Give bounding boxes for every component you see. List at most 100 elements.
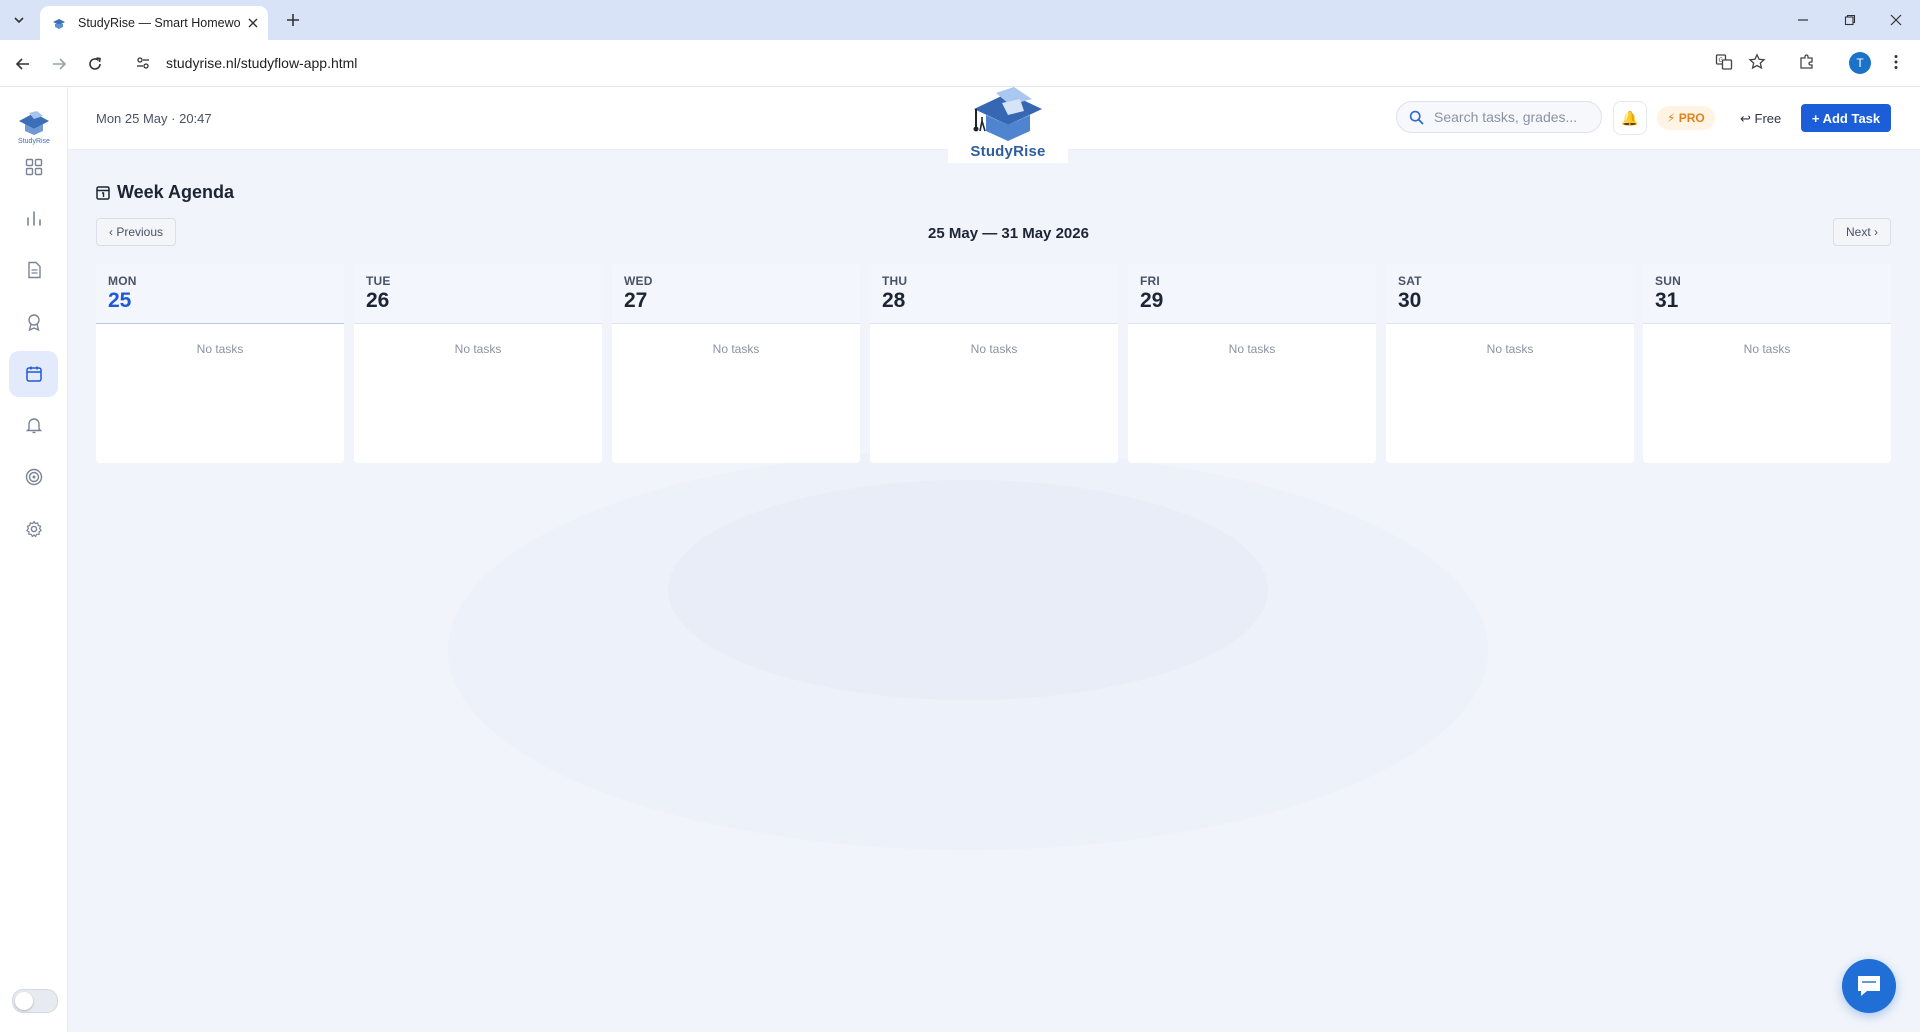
notifications-bell-button[interactable]: 🔔 bbox=[1613, 101, 1647, 135]
brand-logo[interactable]: StudyRise bbox=[948, 87, 1068, 163]
day-column-wed[interactable]: WED 27 No tasks bbox=[612, 264, 860, 463]
forward-arrow-icon[interactable] bbox=[46, 51, 72, 77]
back-arrow-icon[interactable] bbox=[10, 51, 36, 77]
sidebar-item-documents[interactable] bbox=[9, 247, 58, 293]
day-header: FRI 29 bbox=[1128, 264, 1376, 324]
search-input[interactable] bbox=[1432, 108, 1601, 126]
day-number: 29 bbox=[1140, 289, 1164, 312]
day-column-sun[interactable]: SUN 31 No tasks bbox=[1643, 264, 1891, 463]
page-title-text: Week Agenda bbox=[117, 182, 235, 202]
award-icon bbox=[27, 314, 40, 331]
day-header: MON 25 bbox=[96, 264, 344, 324]
browser-toolbar: studyrise.nl/studyflow-app.html G T bbox=[0, 40, 1920, 87]
add-task-button[interactable]: + Add Task bbox=[1801, 104, 1891, 132]
target-icon bbox=[25, 468, 42, 486]
grid-icon bbox=[25, 158, 42, 176]
brand-name: StudyRise bbox=[970, 143, 1046, 160]
document-icon bbox=[27, 261, 41, 279]
bell-icon bbox=[25, 418, 42, 434]
day-name: THU bbox=[882, 274, 908, 288]
sidebar-item-achievements[interactable] bbox=[9, 299, 58, 345]
sidebar: StudyRise bbox=[0, 87, 68, 1032]
previous-week-button[interactable]: ‹ Previous bbox=[96, 218, 177, 246]
toggle-knob bbox=[15, 992, 33, 1010]
day-header: THU 28 bbox=[870, 264, 1118, 324]
browser-tabstrip: StudyRise — Smart Homework bbox=[0, 0, 1920, 40]
bar-chart-icon bbox=[26, 211, 41, 226]
studyrise-logo-icon bbox=[19, 111, 49, 135]
day-header: TUE 26 bbox=[354, 264, 602, 324]
day-column-sat[interactable]: SAT 30 No tasks bbox=[1386, 264, 1634, 463]
sidebar-logo[interactable]: StudyRise bbox=[14, 109, 54, 149]
no-tasks-text: No tasks bbox=[970, 342, 1018, 356]
sidebar-item-notifications[interactable] bbox=[9, 402, 58, 448]
day-name: FRI bbox=[1140, 274, 1160, 288]
sidebar-item-analytics[interactable] bbox=[9, 195, 58, 241]
search-field[interactable] bbox=[1396, 101, 1602, 133]
switch-to-free-link[interactable]: ↩ Free bbox=[1740, 111, 1781, 127]
no-tasks-text: No tasks bbox=[1228, 342, 1276, 356]
close-window-icon[interactable] bbox=[1884, 8, 1908, 32]
app-header: Mon 25 May · 20:47 StudyRise 🔔 ⚡ PRO ↩ F… bbox=[68, 87, 1920, 163]
day-number: 31 bbox=[1655, 289, 1679, 312]
day-header: SAT 30 bbox=[1386, 264, 1634, 324]
svg-text:G: G bbox=[1719, 57, 1724, 64]
bell-emoji-icon: 🔔 bbox=[1621, 109, 1639, 126]
calendar-icon bbox=[25, 366, 42, 382]
search-icon bbox=[1409, 109, 1424, 125]
tab-title: StudyRise — Smart Homework bbox=[78, 16, 240, 30]
address-bar[interactable]: studyrise.nl/studyflow-app.html bbox=[122, 46, 1780, 80]
calendar-page-icon bbox=[96, 185, 110, 200]
studyrise-favicon-icon bbox=[52, 15, 68, 31]
extensions-puzzle-icon[interactable] bbox=[1795, 50, 1819, 74]
day-column-thu[interactable]: THU 28 No tasks bbox=[870, 264, 1118, 463]
translate-icon[interactable]: G bbox=[1712, 50, 1736, 74]
pro-badge[interactable]: ⚡ PRO bbox=[1657, 106, 1715, 130]
day-name: TUE bbox=[366, 274, 391, 288]
day-column-tue[interactable]: TUE 26 No tasks bbox=[354, 264, 602, 463]
sidebar-item-calendar[interactable] bbox=[9, 351, 58, 397]
sidebar-item-goals[interactable] bbox=[9, 454, 58, 500]
browser-tab-active[interactable]: StudyRise — Smart Homework bbox=[40, 6, 268, 40]
day-number: 27 bbox=[624, 289, 648, 312]
graduation-cap-logo-icon bbox=[973, 87, 1042, 141]
current-datetime: Mon 25 May · 20:47 bbox=[96, 111, 212, 126]
restore-window-icon[interactable] bbox=[1838, 8, 1862, 32]
background-watermark bbox=[448, 450, 1488, 850]
no-tasks-text: No tasks bbox=[1743, 342, 1791, 356]
week-range-label: 25 May — 31 May 2026 bbox=[928, 225, 1089, 242]
day-number: 26 bbox=[366, 289, 390, 312]
day-header: SUN 31 bbox=[1643, 264, 1891, 324]
close-tab-icon[interactable] bbox=[244, 14, 262, 32]
no-tasks-text: No tasks bbox=[196, 342, 244, 356]
theme-toggle-switch[interactable] bbox=[12, 989, 58, 1013]
sidebar-item-settings[interactable] bbox=[9, 506, 58, 552]
next-week-button[interactable]: Next › bbox=[1832, 218, 1891, 246]
day-header: WED 27 bbox=[612, 264, 860, 324]
reload-icon[interactable] bbox=[82, 51, 108, 77]
day-column-mon[interactable]: MON 25 No tasks bbox=[96, 264, 344, 463]
tab-list-chevron-icon[interactable] bbox=[6, 8, 32, 32]
site-info-icon[interactable] bbox=[132, 52, 154, 74]
no-tasks-text: No tasks bbox=[1486, 342, 1534, 356]
bookmark-star-icon[interactable] bbox=[1745, 50, 1769, 74]
no-tasks-text: No tasks bbox=[712, 342, 760, 356]
url-text: studyrise.nl/studyflow-app.html bbox=[166, 55, 358, 71]
gear-icon bbox=[25, 520, 42, 538]
week-days-grid: MON 25 No tasks TUE 26 No tasks WED 27 N… bbox=[96, 264, 1891, 463]
day-number: 30 bbox=[1398, 289, 1422, 312]
profile-avatar[interactable]: T bbox=[1849, 52, 1871, 74]
day-number: 25 bbox=[108, 289, 132, 312]
day-name: SUN bbox=[1655, 274, 1681, 288]
day-column-fri[interactable]: FRI 29 No tasks bbox=[1128, 264, 1376, 463]
day-name: WED bbox=[624, 274, 653, 288]
main-content: Week Agenda ‹ Previous 25 May — 31 May 2… bbox=[68, 150, 1920, 1032]
chat-support-button[interactable] bbox=[1842, 959, 1896, 1013]
day-name: MON bbox=[108, 274, 137, 288]
minimize-window-icon[interactable] bbox=[1791, 8, 1815, 32]
sidebar-item-dashboard[interactable] bbox=[9, 144, 58, 190]
no-tasks-text: No tasks bbox=[454, 342, 502, 356]
new-tab-plus-icon[interactable] bbox=[281, 8, 305, 32]
browser-menu-kebab-icon[interactable] bbox=[1884, 50, 1908, 74]
day-name: SAT bbox=[1398, 274, 1422, 288]
